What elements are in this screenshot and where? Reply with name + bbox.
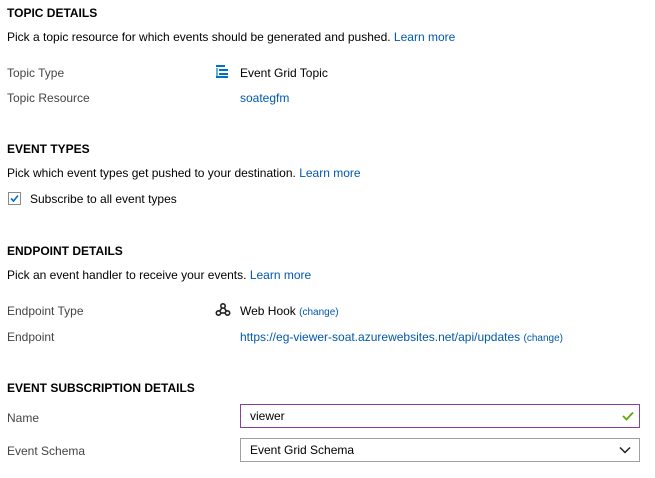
endpoint-url-link[interactable]: https://eg-viewer-soat.azurewebsites.net… <box>240 330 520 344</box>
endpoint-type-change-link[interactable]: (change) <box>299 307 338 318</box>
subscribe-all-checkbox[interactable] <box>8 192 21 205</box>
endpoint-learn-more-link[interactable]: Learn more <box>250 268 311 282</box>
valid-check-icon <box>622 411 634 421</box>
chevron-down-icon <box>619 446 631 454</box>
topic-description: Pick a topic resource for which events s… <box>7 30 455 44</box>
topic-resource-label: Topic Resource <box>7 91 90 105</box>
topic-type-value: Event Grid Topic <box>240 66 328 80</box>
endpoint-description: Pick an event handler to receive your ev… <box>7 268 311 282</box>
topic-details-heading: TOPIC DETAILS <box>7 6 98 20</box>
topic-type-label: Topic Type <box>7 66 65 80</box>
topic-description-text: Pick a topic resource for which events s… <box>7 30 391 44</box>
name-input-value: viewer <box>250 409 285 423</box>
endpoint-label: Endpoint <box>7 330 55 344</box>
endpoint-value-row: https://eg-viewer-soat.azurewebsites.net… <box>240 330 563 344</box>
endpoint-description-text: Pick an event handler to receive your ev… <box>7 268 247 282</box>
topic-learn-more-link[interactable]: Learn more <box>394 30 455 44</box>
event-schema-select[interactable]: Event Grid Schema <box>240 438 640 462</box>
event-types-description-text: Pick which event types get pushed to you… <box>7 166 296 180</box>
endpoint-type-value: Web Hook (change) <box>240 304 339 318</box>
checkmark-icon <box>10 194 19 203</box>
event-schema-label: Event Schema <box>7 444 86 458</box>
topic-resource-link[interactable]: soategfm <box>240 91 289 105</box>
event-grid-topic-icon <box>216 64 230 78</box>
name-input[interactable]: viewer <box>240 404 640 428</box>
endpoint-change-link[interactable]: (change) <box>524 333 563 344</box>
event-types-description: Pick which event types get pushed to you… <box>7 166 361 180</box>
event-schema-value: Event Grid Schema <box>250 443 355 457</box>
event-types-heading: EVENT TYPES <box>7 142 90 156</box>
subscription-details-heading: EVENT SUBSCRIPTION DETAILS <box>7 381 195 395</box>
subscribe-all-label[interactable]: Subscribe to all event types <box>30 192 177 206</box>
name-label: Name <box>7 411 40 425</box>
event-types-learn-more-link[interactable]: Learn more <box>299 166 360 180</box>
webhook-icon <box>215 302 231 317</box>
endpoint-details-heading: ENDPOINT DETAILS <box>7 244 123 258</box>
endpoint-type-text: Web Hook <box>240 304 296 318</box>
endpoint-type-label: Endpoint Type <box>7 304 84 318</box>
